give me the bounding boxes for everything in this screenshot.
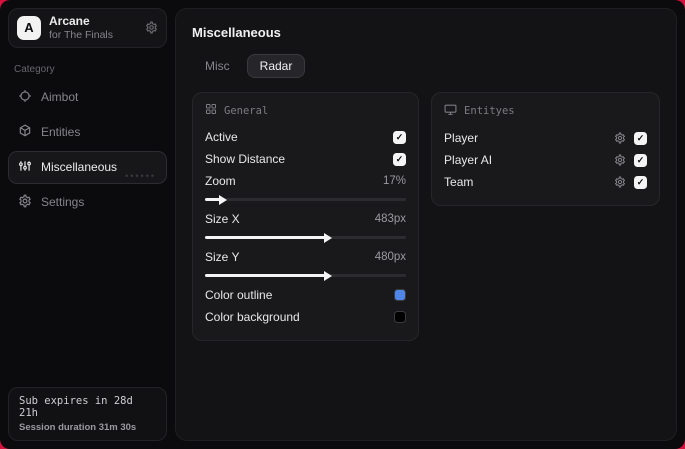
color-outline-row: Color outline xyxy=(205,284,407,306)
check-icon: ✓ xyxy=(636,154,645,165)
size-y-value: 480px xyxy=(374,251,407,263)
entity-row-player-ai: Player AI ✓ xyxy=(444,149,647,171)
panels-row: General Active ✓ Show Distance ✓ Zoom 17… xyxy=(192,92,660,341)
entities-panel-header: Entityes xyxy=(444,103,647,119)
monitor-icon xyxy=(444,103,457,119)
entities-cube-icon xyxy=(18,124,32,141)
check-icon: ✓ xyxy=(395,153,404,164)
slider-thumb[interactable] xyxy=(219,194,228,205)
slider-thumb[interactable] xyxy=(323,232,332,243)
color-background-row: Color background xyxy=(205,306,407,328)
entity-team-checkbox[interactable]: ✓ xyxy=(634,175,647,189)
size-x-slider[interactable] xyxy=(205,232,407,243)
entity-label: Player xyxy=(444,131,479,145)
size-y-label: Size Y xyxy=(205,250,240,264)
app-subtitle: for The Finals xyxy=(49,28,113,41)
show-distance-row: Show Distance ✓ xyxy=(205,148,407,170)
active-checkbox[interactable]: ✓ xyxy=(393,130,407,144)
slider-fill xyxy=(205,236,326,239)
sidebar-item-label: Miscellaneous xyxy=(41,160,118,175)
brand-text: Arcane for The Finals xyxy=(49,14,137,41)
check-icon: ✓ xyxy=(395,131,404,142)
color-background-label: Color background xyxy=(205,310,300,324)
entity-row-player: Player ✓ xyxy=(444,127,647,149)
sidebar-item-settings[interactable]: Settings xyxy=(8,186,167,219)
brand-card: A Arcane for The Finals xyxy=(8,8,167,48)
sidebar-item-miscellaneous[interactable]: Miscellaneous •••••• xyxy=(8,150,167,184)
active-row: Active ✓ xyxy=(205,126,407,148)
app-name: Arcane xyxy=(49,14,90,28)
check-icon: ✓ xyxy=(636,132,645,143)
tab-misc[interactable]: Misc xyxy=(192,54,243,78)
zoom-value: 17% xyxy=(383,175,407,187)
entity-player-checkbox[interactable]: ✓ xyxy=(634,131,647,145)
entity-label: Player AI xyxy=(444,153,493,167)
grid-icon xyxy=(205,103,217,118)
entity-player-ai-checkbox[interactable]: ✓ xyxy=(634,153,647,167)
show-distance-label: Show Distance xyxy=(205,152,286,166)
session-duration-text: Session duration 31m 30s xyxy=(19,422,137,433)
entity-settings-gear-icon[interactable] xyxy=(614,132,626,144)
general-panel-title: General xyxy=(224,104,269,117)
general-panel: General Active ✓ Show Distance ✓ Zoom 17… xyxy=(192,92,420,341)
crosshair-icon xyxy=(18,89,32,106)
size-x-value: 483px xyxy=(374,213,407,225)
color-background-swatch[interactable] xyxy=(394,311,407,323)
tab-radar[interactable]: Radar xyxy=(246,54,306,78)
sidebar-nav: Aimbot Entities Miscellaneous •••••• Set… xyxy=(8,81,167,219)
sidebar-item-entities[interactable]: Entities xyxy=(8,116,167,149)
app-window: A Arcane for The Finals Category Aimbot xyxy=(0,0,685,449)
size-x-row: Size X 483px xyxy=(205,208,406,230)
sidebar-item-aimbot[interactable]: Aimbot xyxy=(8,81,167,114)
category-label: Category xyxy=(14,63,55,75)
general-panel-header: General xyxy=(205,103,406,118)
zoom-row: Zoom 17% xyxy=(205,170,406,192)
check-icon: ✓ xyxy=(636,176,645,187)
subscription-info-card: Sub expires in 28d 21h Session duration … xyxy=(8,387,167,441)
gear-icon xyxy=(18,194,32,211)
page-title: Miscellaneous xyxy=(192,25,281,40)
sidebar-item-label: Aimbot xyxy=(41,90,79,105)
sidebar-item-label: Settings xyxy=(41,195,85,210)
show-distance-checkbox[interactable]: ✓ xyxy=(393,152,407,166)
entity-label: Team xyxy=(444,175,474,189)
entity-settings-gear-icon[interactable] xyxy=(614,176,626,188)
entity-row-team: Team ✓ xyxy=(444,171,647,193)
slider-thumb[interactable] xyxy=(323,270,332,281)
color-outline-label: Color outline xyxy=(205,288,273,302)
size-x-label: Size X xyxy=(205,212,240,226)
size-y-row: Size Y 480px xyxy=(205,246,406,268)
size-y-slider[interactable] xyxy=(205,270,407,281)
tab-bar: Misc Radar xyxy=(192,54,660,78)
main-content: Miscellaneous Misc Radar General Active … xyxy=(175,8,677,441)
slider-track xyxy=(205,198,407,201)
slider-fill xyxy=(205,274,326,277)
active-label: Active xyxy=(205,130,238,144)
entity-settings-gear-icon[interactable] xyxy=(614,154,626,166)
entities-panel-title: Entityes xyxy=(464,105,515,117)
sync-gear-icon[interactable] xyxy=(145,21,158,34)
entities-panel: Entityes Player ✓ Player AI ✓ Team ✓ xyxy=(431,92,660,206)
sidebar: A Arcane for The Finals Category Aimbot xyxy=(0,0,175,449)
zoom-label: Zoom xyxy=(205,174,236,188)
selected-item-dots: •••••• xyxy=(125,170,156,181)
color-outline-swatch[interactable] xyxy=(394,289,407,301)
sidebar-item-label: Entities xyxy=(41,125,81,140)
app-logo: A xyxy=(17,15,41,40)
sub-expires-text: Sub expires in 28d 21h xyxy=(19,395,133,419)
zoom-slider[interactable] xyxy=(205,194,407,205)
sliders-icon xyxy=(18,159,32,176)
